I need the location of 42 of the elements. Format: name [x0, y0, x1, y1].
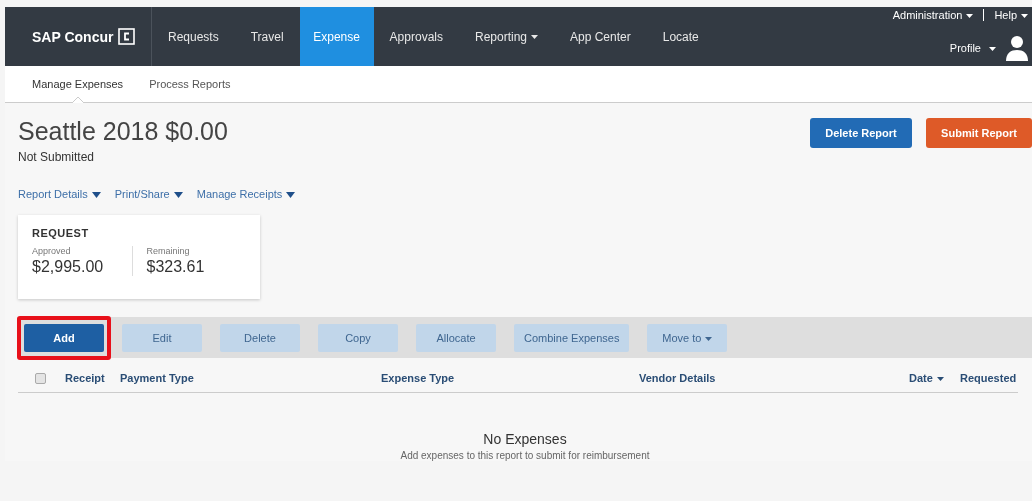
help-menu[interactable]: Help	[994, 9, 1028, 21]
select-all-checkbox[interactable]	[35, 372, 46, 384]
nav-tab[interactable]: Locate	[646, 7, 715, 66]
sub-nav-tab[interactable]: Process Reports	[149, 78, 231, 90]
column-header[interactable]: Expense Type	[381, 372, 639, 384]
column-header[interactable]: Requested	[960, 372, 1017, 384]
caret-down-icon	[91, 192, 101, 199]
amount-value: $2,995.00	[32, 258, 105, 276]
amount-label: Approved	[32, 246, 72, 256]
amount-label: Remaining	[146, 246, 191, 256]
amount-value: $323.61	[146, 258, 206, 276]
nav-tab[interactable]: Approvals	[373, 7, 459, 66]
card-heading: REQUEST	[32, 227, 90, 239]
sub-nav-tab[interactable]: Manage Expenses	[32, 78, 124, 90]
dropdown-menu[interactable]: Print/Share	[114, 188, 183, 200]
nav-tab[interactable]: Travel	[234, 7, 300, 66]
nav-tab[interactable]: Reporting	[459, 7, 554, 66]
dropdown-menu[interactable]: Manage Receipts	[196, 188, 296, 200]
column-header[interactable]: Receipt	[65, 372, 120, 384]
empty-message: Add expenses to this report to submit for reimbursement	[399, 450, 651, 461]
caret-down-icon	[989, 47, 996, 52]
dropdown-menu[interactable]: Report Details	[18, 188, 101, 200]
empty-title: No Expenses	[482, 431, 568, 447]
column-header[interactable]: Payment Type	[120, 372, 381, 384]
delete-button[interactable]: Delete Report	[810, 118, 912, 148]
caret-down-icon	[286, 192, 296, 199]
column-header[interactable]: Vendor Details	[639, 372, 909, 384]
toolbar-button[interactable]: Add	[24, 323, 104, 352]
nav-tab[interactable]: App Center	[554, 7, 647, 66]
report-status: Not Submitted	[18, 150, 96, 164]
user-avatar-icon[interactable]	[1006, 35, 1028, 61]
caret-down-icon	[173, 192, 183, 199]
caret-down-icon	[1021, 14, 1028, 19]
brand-logo[interactable]: SAP Concur	[32, 28, 114, 45]
submit-button[interactable]: Submit Report	[926, 118, 1032, 148]
nav-tab[interactable]: Requests	[152, 7, 235, 66]
administration-menu[interactable]: Administration	[892, 9, 974, 21]
report-title: Seattle 2018 $0.00	[18, 117, 228, 146]
logo-mark-icon	[118, 28, 136, 45]
profile-menu[interactable]: Profile	[949, 42, 996, 54]
caret-down-icon	[966, 14, 974, 19]
column-header[interactable]: Date	[909, 372, 960, 384]
